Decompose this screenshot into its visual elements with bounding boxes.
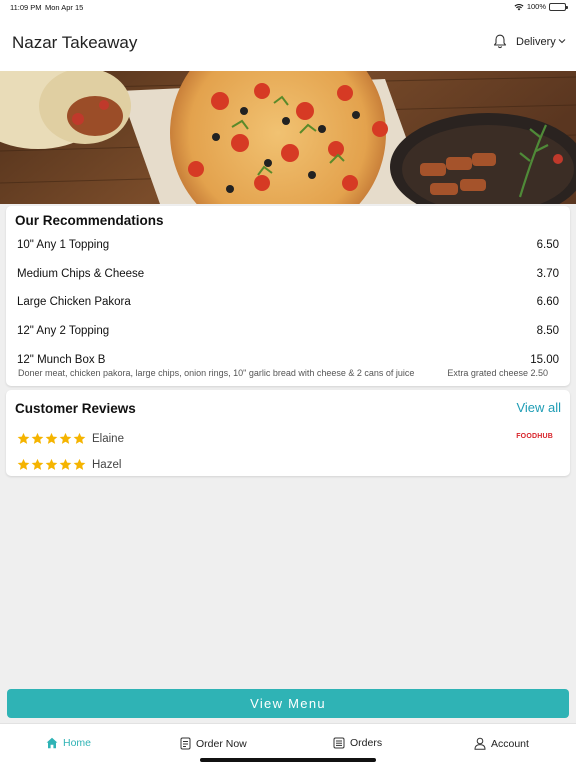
foodhub-logo: FOODHUB (516, 433, 553, 440)
reviews-title: Customer Reviews (15, 401, 136, 416)
delivery-selector[interactable]: Delivery (516, 36, 556, 48)
recommendation-item[interactable]: 12" Any 2 Topping 8.50 (17, 325, 559, 337)
tab-order-now[interactable]: Order Now (180, 737, 247, 750)
star-icon (17, 458, 30, 470)
item-name: 12" Munch Box B (17, 354, 106, 366)
recommendation-item[interactable]: Medium Chips & Cheese 3.70 (17, 268, 559, 280)
star-icon (73, 458, 86, 470)
item-name: 12" Any 2 Topping (17, 325, 110, 337)
star-icon (31, 458, 44, 470)
item-description: Doner meat, chicken pakora, large chips,… (18, 368, 548, 378)
tab-orders[interactable]: Orders (333, 737, 382, 749)
recommendations-title: Our Recommendations (15, 213, 164, 228)
star-icon (73, 432, 86, 444)
star-icon (17, 432, 30, 444)
item-price: 6.50 (536, 239, 559, 251)
bottom-tab-bar: Home Order Now Orders Account (0, 723, 576, 768)
item-name: 10" Any 1 Topping (17, 239, 110, 251)
tab-label: Orders (350, 737, 383, 749)
status-bar: 11:09 PM Mon Apr 15 100% (0, 0, 576, 14)
recommendation-item[interactable]: 12" Munch Box B 15.00 (17, 354, 559, 366)
item-price: 6.60 (536, 296, 559, 308)
star-icon (45, 458, 58, 470)
tab-label: Home (63, 737, 92, 749)
tab-account[interactable]: Account (474, 737, 529, 750)
munch-box-description: Doner meat, chicken pakora, large chips,… (18, 368, 415, 378)
star-rating (17, 432, 86, 445)
recommendation-item[interactable]: 10" Any 1 Topping 6.50 (17, 239, 559, 251)
recommendation-item[interactable]: Large Chicken Pakora 6.60 (17, 296, 559, 308)
hero-image (0, 71, 576, 204)
view-menu-button[interactable]: View Menu (7, 689, 569, 718)
star-icon (45, 432, 58, 444)
tab-home[interactable]: Home (46, 737, 91, 749)
view-all-reviews-link[interactable]: View all (516, 400, 561, 415)
order-icon (180, 737, 191, 750)
wifi-icon (514, 3, 524, 10)
item-price: 15.00 (530, 354, 559, 366)
reviewer-name: Hazel (92, 458, 122, 471)
status-date: Mon Apr 15 (45, 3, 84, 12)
bell-icon[interactable] (493, 34, 507, 49)
review-item: Hazel (17, 458, 121, 471)
star-icon (59, 458, 72, 470)
food-banner (0, 71, 576, 204)
item-price: 8.50 (536, 325, 559, 337)
review-item: Elaine (17, 432, 124, 445)
star-icon (31, 432, 44, 444)
battery-percent: 100% (526, 2, 546, 11)
restaurant-title: Nazar Takeaway (12, 33, 138, 52)
status-time: 11:09 PM (10, 3, 42, 12)
chevron-down-icon[interactable] (558, 38, 566, 44)
app-header: Nazar Takeaway Delivery (0, 14, 576, 71)
home-indicator (200, 758, 376, 762)
munch-box-extra: Extra grated cheese 2.50 (447, 368, 548, 378)
star-rating (17, 458, 86, 471)
tab-label: Account (491, 737, 529, 750)
item-name: Medium Chips & Cheese (17, 268, 145, 280)
item-name: Large Chicken Pakora (17, 296, 131, 308)
star-icon (59, 432, 72, 444)
status-indicators: 100% (514, 2, 568, 11)
reviews-card: Customer Reviews View all FOODHUB Elaine… (6, 390, 570, 476)
reviewer-name: Elaine (92, 432, 124, 445)
item-price: 3.70 (536, 268, 559, 280)
home-icon (46, 737, 58, 749)
orders-icon (333, 737, 345, 749)
battery-icon (549, 2, 568, 11)
recommendations-card: Our Recommendations 10" Any 1 Topping 6.… (6, 206, 570, 386)
account-icon (474, 737, 486, 750)
tab-label: Order Now (196, 737, 247, 750)
